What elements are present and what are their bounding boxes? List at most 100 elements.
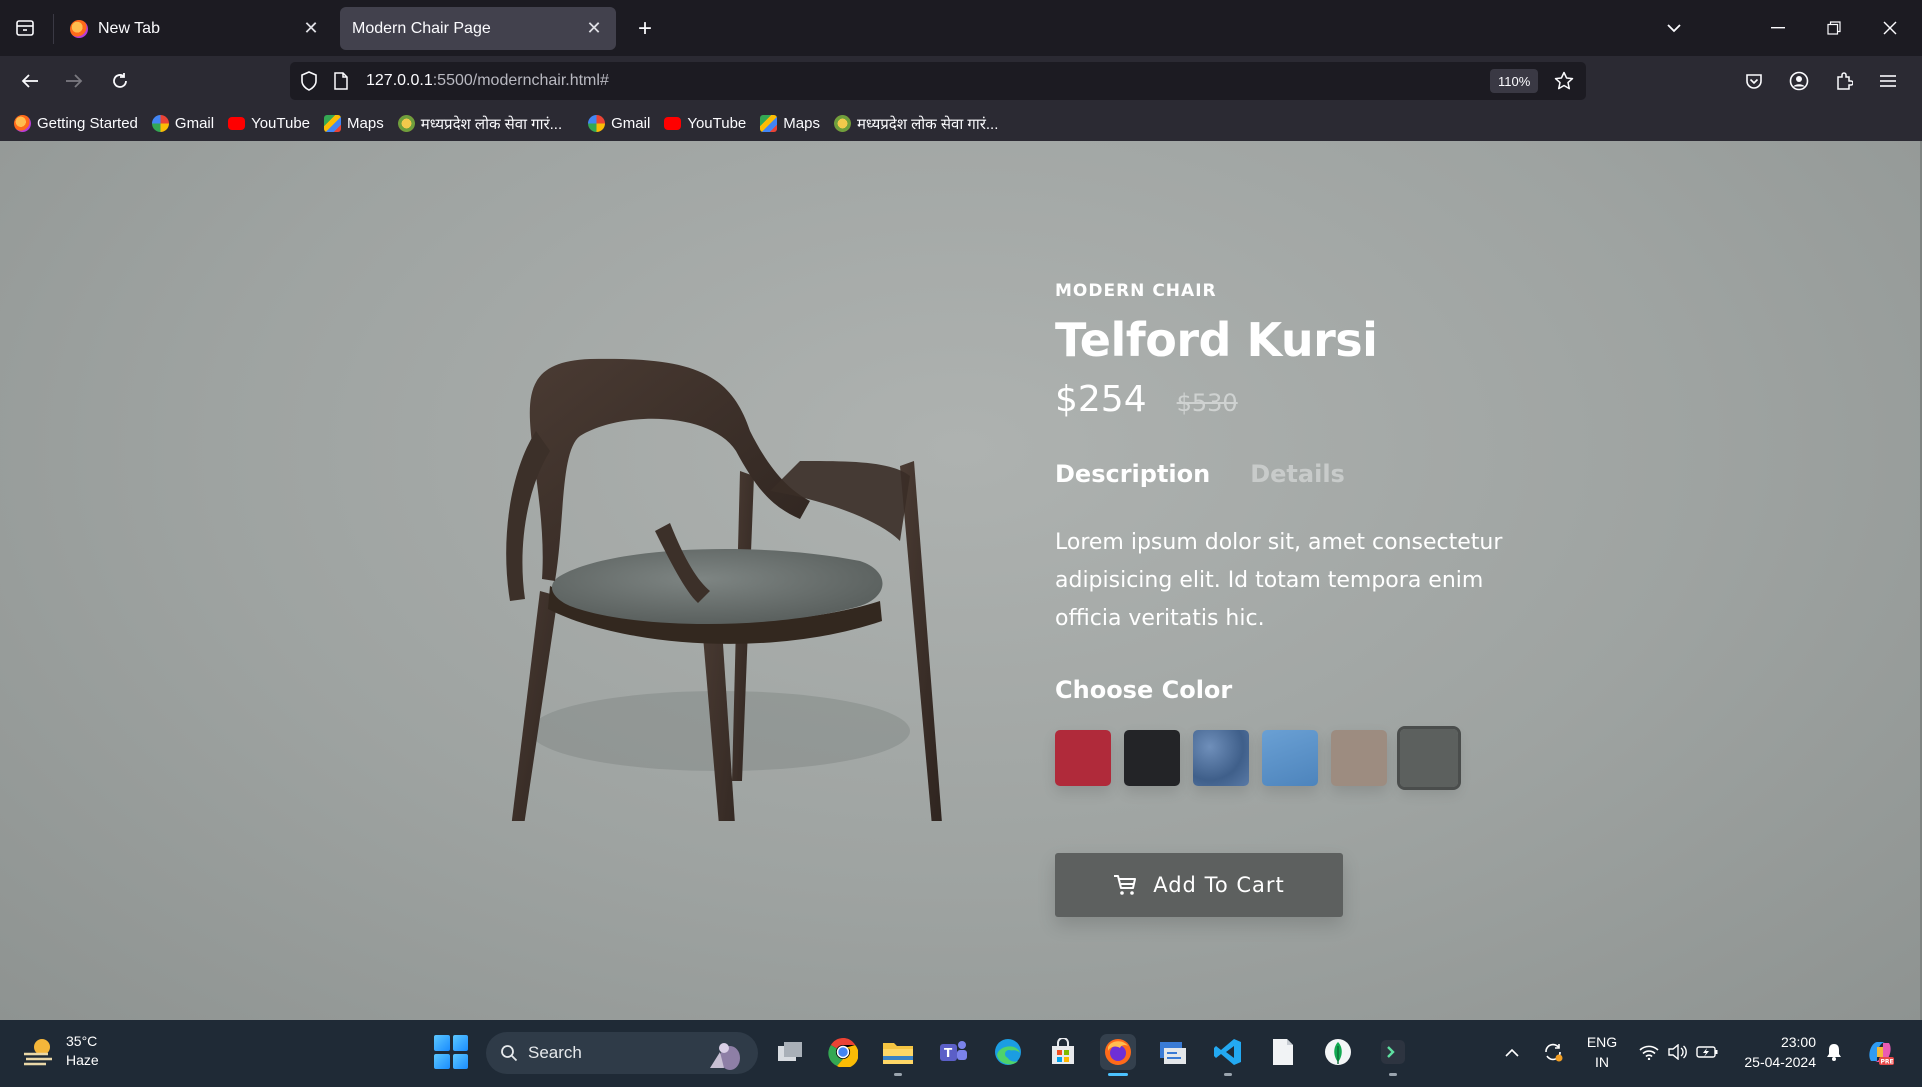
extensions-button[interactable] — [1828, 65, 1860, 97]
firefox-icon — [14, 115, 31, 132]
star-bookmark-icon[interactable] — [1554, 71, 1574, 91]
chair-product-image — [506, 358, 942, 821]
list-all-tabs-button[interactable] — [1654, 10, 1694, 46]
restore-button[interactable] — [1814, 10, 1854, 46]
volume-icon — [1668, 1044, 1687, 1060]
bookmark-youtube[interactable]: YouTube — [664, 115, 746, 132]
windows-logo-tile — [434, 1035, 450, 1051]
store-taskbar-button[interactable] — [1045, 1034, 1081, 1070]
url-host: 127.0.0.1 — [366, 72, 433, 89]
color-swatch-red[interactable] — [1055, 730, 1111, 786]
new-tab-button[interactable]: + — [630, 14, 660, 44]
tab-list-button[interactable] — [10, 14, 40, 42]
wifi-icon — [1639, 1045, 1659, 1060]
leaf-icon — [1325, 1039, 1351, 1065]
chevron-down-icon — [1667, 24, 1681, 33]
teams-icon: T — [940, 1041, 967, 1061]
task-view-button[interactable] — [772, 1034, 808, 1070]
maps-icon — [760, 115, 778, 132]
firefox-icon — [70, 19, 88, 38]
youtube-icon — [228, 117, 246, 130]
bookmark-mp-lok-seva[interactable]: मध्यप्रदेश लोक सेवा गारं... — [397, 114, 563, 134]
tab-modern-chair-page[interactable]: Modern Chair Page ✕ — [340, 7, 616, 50]
terminal-icon — [1381, 1040, 1405, 1064]
color-swatch-light-blue[interactable] — [1262, 730, 1318, 786]
back-button[interactable] — [14, 65, 46, 97]
windows-logo-tile — [434, 1053, 450, 1069]
url-text[interactable]: 127.0.0.1:5500/modernchair.html# — [366, 72, 609, 90]
teams-taskbar-button[interactable]: T — [935, 1034, 971, 1070]
chrome-taskbar-button[interactable] — [825, 1034, 861, 1070]
running-indicator — [1389, 1073, 1397, 1076]
taskbar-clock[interactable]: 23:00 25-04-2024 — [1736, 1032, 1816, 1072]
bookmark-label: YouTube — [687, 115, 747, 132]
notifications-button[interactable] — [1822, 1034, 1846, 1070]
color-swatch-grey[interactable] — [1397, 726, 1461, 790]
color-swatch-denim[interactable] — [1193, 730, 1249, 786]
running-indicator — [894, 1073, 902, 1076]
copilot-button[interactable]: PRE — [1862, 1034, 1898, 1070]
terminal-app-taskbar-button[interactable] — [1375, 1034, 1411, 1076]
notepad-taskbar-button[interactable] — [1265, 1034, 1301, 1070]
show-hidden-icons-button[interactable] — [1500, 1034, 1524, 1070]
shield-icon[interactable] — [300, 71, 318, 91]
file-explorer-taskbar-button[interactable] — [880, 1034, 916, 1076]
edge-icon — [995, 1039, 1021, 1065]
svg-text:T: T — [944, 1046, 953, 1060]
bookmark-mp-lok-seva[interactable]: मध्यप्रदेश लोक सेवा गारं... — [833, 114, 999, 134]
bookmark-label: मध्यप्रदेश लोक सेवा गारं... — [856, 115, 999, 133]
battery-status[interactable] — [1693, 1034, 1721, 1070]
add-to-cart-button[interactable]: Add To Cart — [1055, 853, 1343, 917]
firefox-taskbar-button[interactable] — [1100, 1034, 1136, 1076]
forward-button[interactable] — [58, 65, 90, 97]
pocket-button[interactable] — [1738, 65, 1770, 97]
taskbar-search[interactable]: Search — [486, 1032, 758, 1074]
url-bar[interactable]: 127.0.0.1:5500/modernchair.html# 110% — [290, 62, 1586, 100]
edge-taskbar-button[interactable] — [990, 1034, 1026, 1070]
account-button[interactable] — [1783, 65, 1815, 97]
app-window-icon — [1160, 1042, 1186, 1064]
running-indicator — [1224, 1073, 1232, 1076]
wifi-status[interactable] — [1636, 1034, 1662, 1070]
menu-button[interactable] — [1872, 65, 1904, 97]
tab-details[interactable]: Details — [1250, 460, 1345, 488]
color-swatch-beige[interactable] — [1331, 730, 1387, 786]
bookmark-maps[interactable]: Maps — [760, 115, 820, 132]
region-code: IN — [1595, 1054, 1609, 1070]
settings-app-taskbar-button[interactable] — [1155, 1034, 1191, 1070]
weather-widget[interactable]: 35°C Haze — [22, 1032, 99, 1070]
bookmark-maps[interactable]: Maps — [324, 115, 384, 132]
product-category: MODERN CHAIR — [1055, 281, 1217, 301]
minimize-button[interactable] — [1758, 10, 1798, 46]
bookmark-getting-started[interactable]: Getting Started — [14, 115, 138, 132]
tab-new-tab[interactable]: New Tab ✕ — [58, 7, 333, 50]
vscode-icon — [1214, 1039, 1241, 1065]
zoom-level-badge[interactable]: 110% — [1490, 69, 1539, 93]
bookmark-label: मध्यप्रदेश लोक सेवा गारं... — [420, 115, 563, 133]
sync-status-button[interactable] — [1538, 1034, 1568, 1070]
vscode-taskbar-button[interactable] — [1210, 1034, 1246, 1076]
product-page: MODERN CHAIR Telford Kursi $254 $530 Des… — [0, 141, 1922, 1020]
tab-description[interactable]: Description — [1055, 460, 1210, 488]
close-tab-icon[interactable]: ✕ — [301, 18, 321, 39]
bookmark-youtube[interactable]: YouTube — [228, 115, 310, 132]
bookmark-gmail[interactable]: Gmail — [151, 115, 214, 132]
bookmark-gmail[interactable]: Gmail — [588, 115, 650, 132]
tab-title: Modern Chair Page — [352, 19, 491, 37]
page-icon[interactable] — [334, 72, 348, 90]
start-button[interactable] — [434, 1035, 468, 1069]
task-view-icon — [778, 1042, 802, 1061]
mongodb-compass-taskbar-button[interactable] — [1320, 1034, 1356, 1070]
input-language-indicator[interactable]: ENG IN — [1584, 1032, 1620, 1072]
language-code: ENG — [1586, 1034, 1618, 1050]
haze-sun-icon — [24, 1039, 52, 1066]
close-window-button[interactable] — [1870, 10, 1910, 46]
volume-status[interactable] — [1664, 1034, 1690, 1070]
product-title: Telford Kursi — [1055, 313, 1378, 367]
reload-button[interactable] — [104, 65, 136, 97]
cart-icon — [1113, 874, 1137, 896]
close-tab-icon[interactable]: ✕ — [584, 18, 604, 39]
youtube-icon — [664, 117, 682, 130]
windows-logo-tile — [452, 1053, 468, 1069]
color-swatch-black[interactable] — [1124, 730, 1180, 786]
